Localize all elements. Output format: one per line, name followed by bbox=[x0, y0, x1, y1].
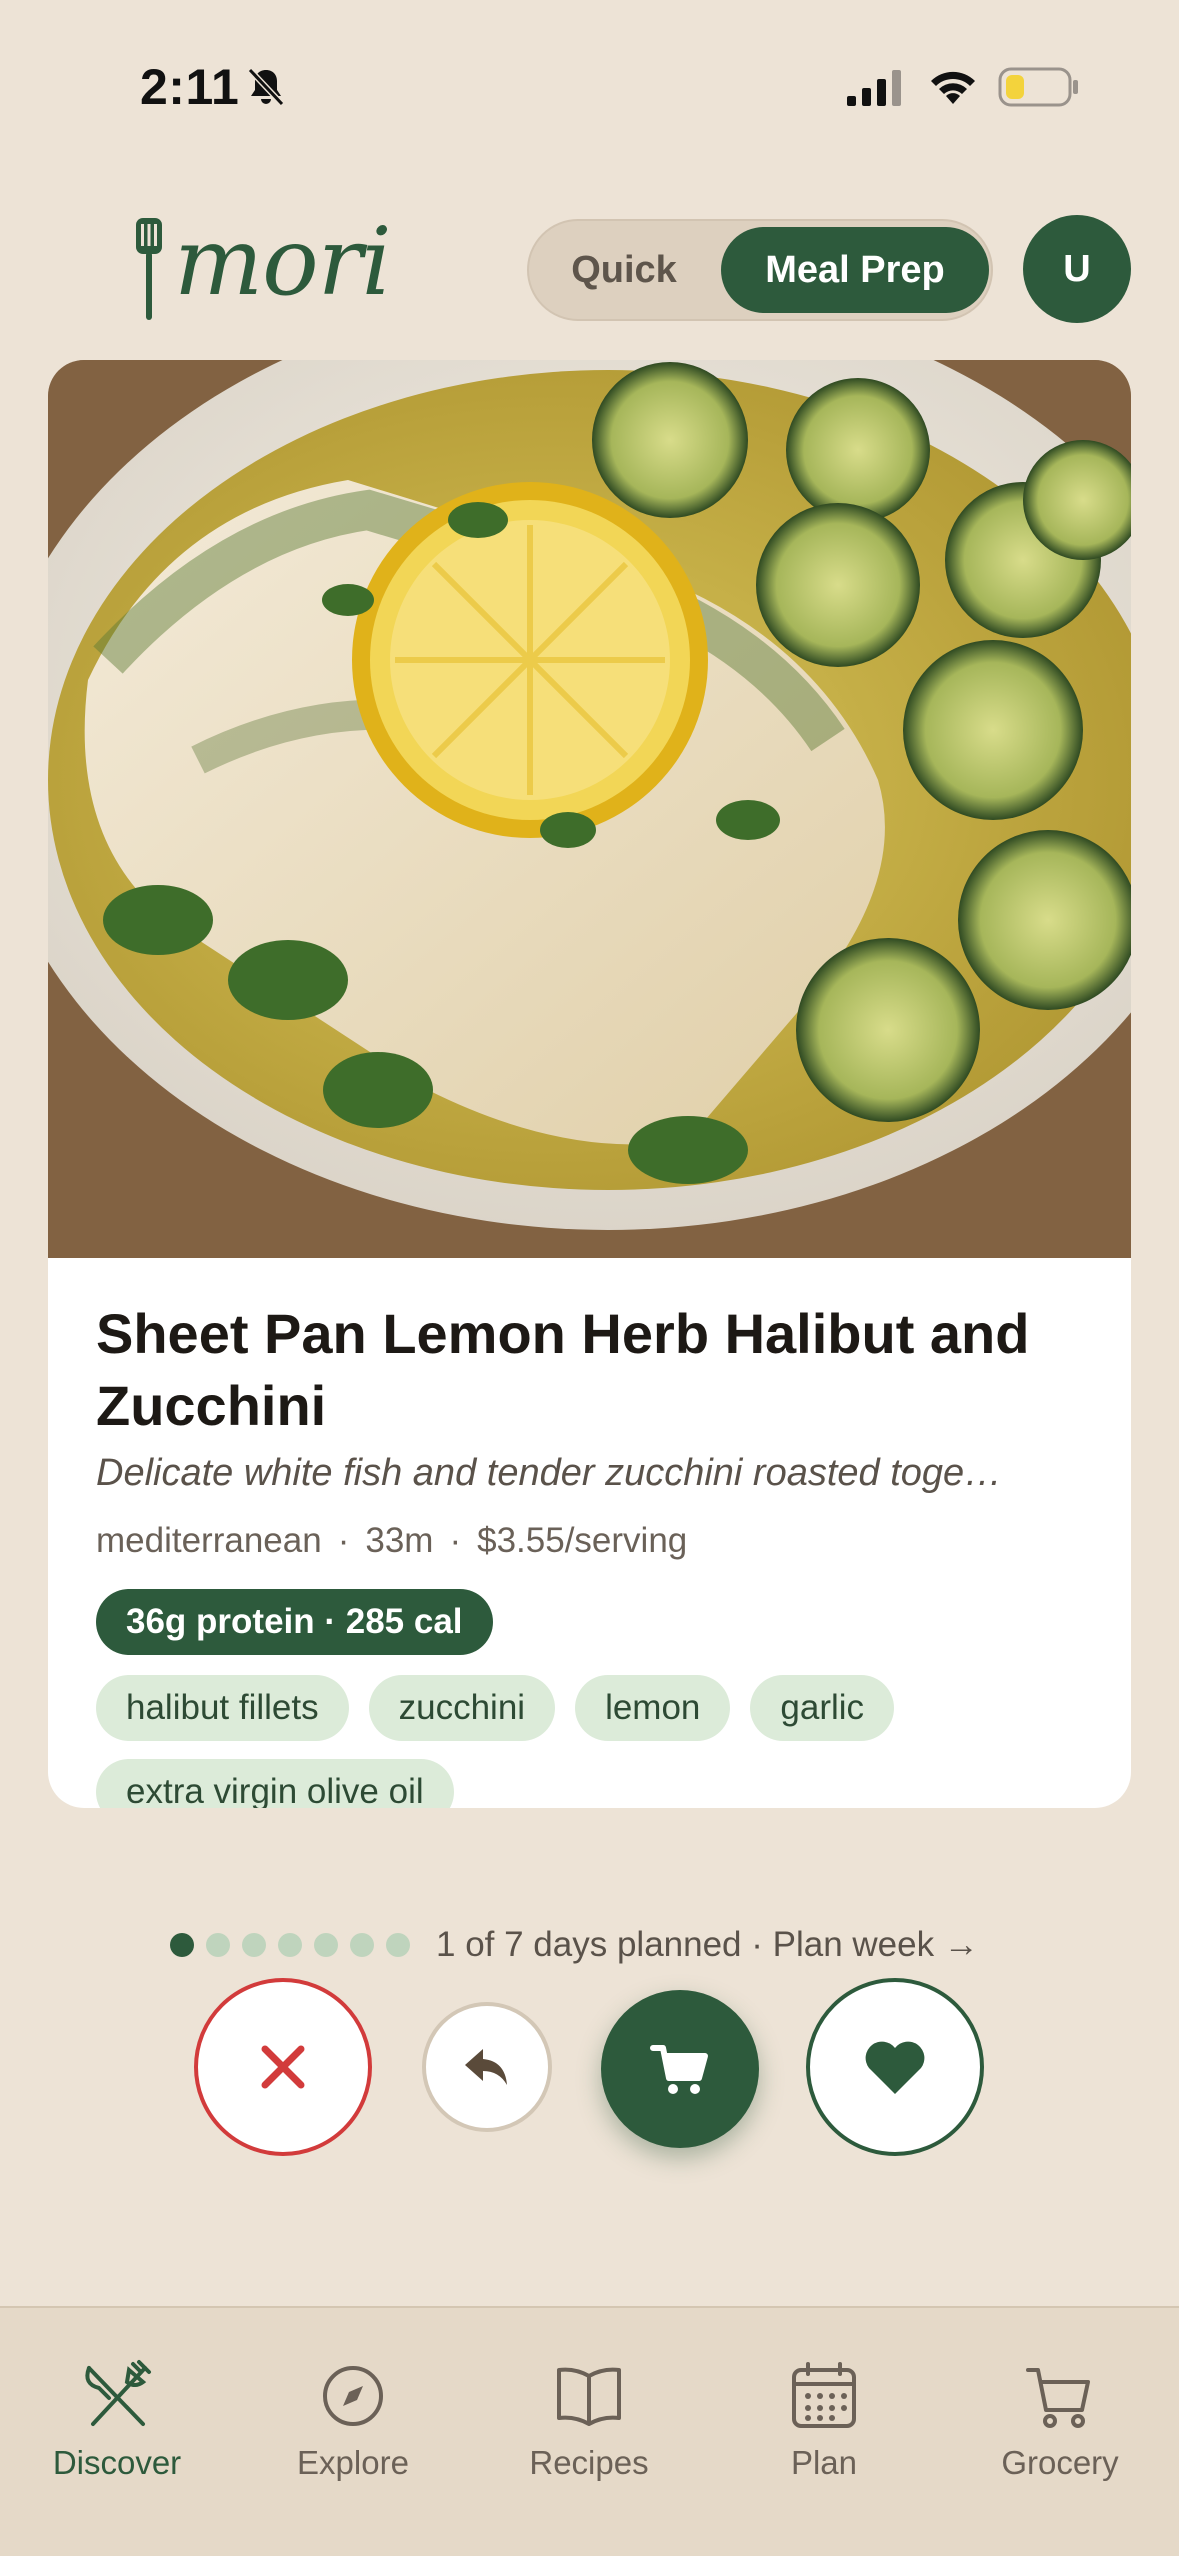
status-time: 2:11 bbox=[140, 59, 240, 115]
nutrition-badge: 36g protein · 285 cal bbox=[96, 1589, 493, 1655]
ingredient-tag: lemon bbox=[575, 1675, 731, 1741]
app-logo: mori bbox=[134, 208, 392, 322]
recipe-title: Sheet Pan Lemon Herb Halibut and Zucchin… bbox=[96, 1302, 1030, 1437]
cart-icon bbox=[650, 2045, 708, 2094]
nav-explore[interactable]: Explore bbox=[253, 2358, 453, 2498]
ingredient-tags: halibut fillets zucchini lemon garlic ex… bbox=[96, 1675, 1096, 1808]
spatula-icon bbox=[136, 218, 162, 320]
status-bar: 2:11 bbox=[0, 0, 1179, 170]
progress-dot bbox=[170, 1933, 194, 1957]
plan-progress-text[interactable]: 1 of 7 days planned · Plan week → bbox=[436, 1925, 979, 1965]
like-button[interactable] bbox=[806, 1978, 984, 2156]
progress-dot bbox=[386, 1933, 410, 1957]
mode-quick-button[interactable]: Quick bbox=[529, 221, 719, 319]
mode-toggle[interactable]: Quick Meal Prep bbox=[527, 219, 993, 321]
signal-icon bbox=[847, 70, 901, 106]
heart-icon bbox=[865, 2041, 925, 2094]
meta-separator: · bbox=[337, 1521, 350, 1560]
recipe-cuisine: mediterranean bbox=[96, 1521, 322, 1560]
nav-recipes[interactable]: Recipes bbox=[489, 2358, 689, 2498]
cart-icon bbox=[1026, 2368, 1090, 2428]
progress-dot bbox=[314, 1933, 338, 1957]
undo-icon bbox=[465, 2049, 507, 2085]
mode-meal-prep-button[interactable]: Meal Prep bbox=[721, 227, 989, 313]
recipe-info: Sheet Pan Lemon Herb Halibut and Zucchin… bbox=[96, 1298, 1096, 1808]
recipe-photo bbox=[48, 360, 1131, 1258]
recipe-card[interactable]: Sheet Pan Lemon Herb Halibut and Zucchin… bbox=[48, 360, 1131, 1808]
progress-dot bbox=[242, 1933, 266, 1957]
nav-plan[interactable]: Plan bbox=[724, 2358, 924, 2498]
close-icon bbox=[261, 2045, 305, 2089]
recipe-description: Delicate white fish and tender zucchini … bbox=[96, 1452, 1003, 1494]
logo-wordmark: mori bbox=[174, 208, 392, 317]
recipe-cost: $3.55/serving bbox=[477, 1521, 688, 1560]
book-icon bbox=[557, 2367, 621, 2426]
nav-label: Grocery bbox=[1001, 2444, 1119, 2481]
nav-grocery[interactable]: Grocery bbox=[960, 2358, 1160, 2498]
bottom-nav: Discover Explore Recipes Plan Grocery bbox=[0, 2306, 1179, 2556]
meta-separator: · bbox=[449, 1521, 462, 1560]
recipe-meta: mediterranean · 33m · $3.55/serving bbox=[96, 1521, 1096, 1561]
recipe-time: 33m bbox=[365, 1521, 434, 1560]
ingredient-tag: extra virgin olive oil bbox=[96, 1759, 454, 1808]
skip-button[interactable] bbox=[194, 1978, 372, 2156]
progress-dot bbox=[278, 1933, 302, 1957]
calendar-icon bbox=[792, 2362, 856, 2428]
nav-label: Explore bbox=[297, 2444, 409, 2481]
progress-dot bbox=[206, 1933, 230, 1957]
nav-label: Discover bbox=[52, 2444, 182, 2481]
compass-icon bbox=[323, 2366, 383, 2426]
utensils-icon bbox=[85, 2360, 151, 2426]
ingredient-tag: garlic bbox=[750, 1675, 895, 1741]
wifi-icon bbox=[931, 71, 975, 104]
add-to-cart-button[interactable] bbox=[601, 1990, 759, 2148]
ingredient-tag: zucchini bbox=[368, 1675, 556, 1741]
plan-progress[interactable]: 1 of 7 days planned · Plan week → bbox=[170, 1920, 979, 1970]
bell-off-icon bbox=[247, 67, 285, 107]
avatar[interactable]: U bbox=[1023, 215, 1131, 323]
ingredient-tag: halibut fillets bbox=[96, 1675, 349, 1741]
undo-button[interactable] bbox=[422, 2002, 552, 2132]
progress-dot bbox=[350, 1933, 374, 1957]
nav-discover[interactable]: Discover bbox=[17, 2358, 217, 2498]
nav-label: Recipes bbox=[529, 2444, 649, 2481]
nav-label: Plan bbox=[790, 2444, 858, 2481]
battery-icon bbox=[998, 67, 1078, 107]
